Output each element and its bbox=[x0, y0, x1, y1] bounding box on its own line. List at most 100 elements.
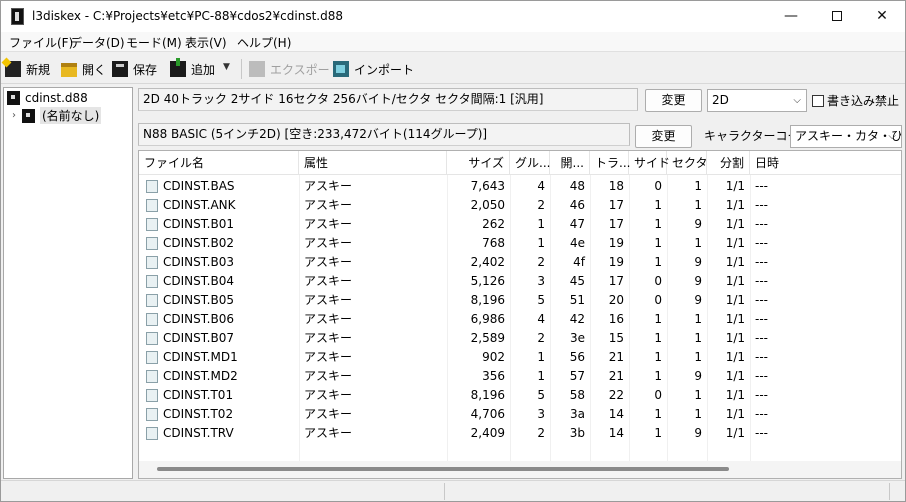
col-name-cell: CDINST.MD2 bbox=[163, 369, 238, 383]
disk-type-select[interactable]: 2D ⌵ bbox=[707, 89, 807, 112]
filesystem-change-button[interactable]: 変更 bbox=[635, 125, 692, 148]
file-icon bbox=[146, 275, 158, 288]
minimize-button[interactable]: — bbox=[768, 1, 814, 32]
col-sector-cell: 9 bbox=[694, 274, 702, 288]
expand-chevron-icon[interactable]: › bbox=[12, 110, 16, 121]
col-side-cell: 0 bbox=[654, 388, 662, 402]
file-row[interactable]: CDINST.TRV アスキー 2,409 2 3b 14 1 9 1/1 --- bbox=[139, 424, 901, 443]
checkbox-box[interactable] bbox=[812, 94, 824, 107]
horizontal-scrollbar[interactable] bbox=[139, 461, 901, 478]
col-track-header[interactable]: トラ... bbox=[590, 151, 630, 175]
col-side-cell: 0 bbox=[654, 293, 662, 307]
open-button[interactable]: 開く bbox=[61, 60, 106, 78]
file-row[interactable]: CDINST.ANK アスキー 2,050 2 46 17 1 1 1/1 --- bbox=[139, 196, 901, 215]
chevron-down-icon: ⌵ bbox=[793, 95, 801, 106]
tree-item-disk[interactable]: cdinst.d88 bbox=[7, 89, 88, 106]
col-track-cell: 14 bbox=[608, 407, 624, 421]
column-divider bbox=[667, 175, 668, 461]
col-side-header[interactable]: サイド bbox=[629, 151, 670, 175]
col-date-cell: --- bbox=[755, 350, 768, 364]
col-name-header[interactable]: ファイル名 bbox=[139, 151, 299, 175]
col-split-header[interactable]: 分割 bbox=[707, 151, 750, 175]
col-date-cell: --- bbox=[755, 217, 768, 231]
scrollbar-thumb[interactable] bbox=[157, 467, 729, 471]
col-track-cell: 18 bbox=[608, 179, 624, 193]
disk-change-button[interactable]: 変更 bbox=[645, 89, 702, 112]
file-icon bbox=[146, 427, 158, 440]
window-title: l3diskex - C:¥Projects¥etc¥PC-88¥cdos2¥c… bbox=[32, 9, 343, 23]
col-start-cell: 58 bbox=[569, 388, 585, 402]
col-groups-header[interactable]: グル... bbox=[510, 151, 550, 175]
col-groups-cell: 5 bbox=[537, 293, 545, 307]
col-attr-cell: アスキー bbox=[304, 198, 353, 212]
col-attr-cell: アスキー bbox=[304, 331, 353, 345]
save-button[interactable]: 保存 bbox=[112, 60, 157, 78]
import-button[interactable]: インポート bbox=[333, 60, 414, 78]
file-row[interactable]: CDINST.B07 アスキー 2,589 2 3e 15 1 1 1/1 --- bbox=[139, 329, 901, 348]
menu-mode[interactable]: モード(M) bbox=[126, 34, 182, 51]
file-list[interactable]: ファイル名 属性 サイズ グル... 開... トラ... サイド セクタ 分割 日時 CDINS… bbox=[138, 150, 902, 479]
col-name-cell: CDINST.MD1 bbox=[163, 350, 238, 364]
col-date-header[interactable]: 日時 bbox=[750, 151, 901, 175]
export-button[interactable]: エクスポート bbox=[249, 60, 342, 78]
charcode-select[interactable]: アスキー・カタ・ひら ⌵ bbox=[790, 125, 902, 148]
col-track-cell: 17 bbox=[608, 274, 624, 288]
add-button[interactable]: 追加 bbox=[170, 58, 215, 78]
status-separator bbox=[444, 483, 445, 500]
file-row[interactable]: CDINST.B05 アスキー 8,196 5 51 20 0 9 1/1 --- bbox=[139, 291, 901, 310]
col-start-header[interactable]: 開... bbox=[550, 151, 590, 175]
col-start-cell: 3b bbox=[569, 426, 585, 440]
disk-info-field: 2D 40トラック 2サイド 16セクタ 256バイト/セクタ セクタ間隔:1 … bbox=[138, 88, 638, 111]
file-icon bbox=[146, 351, 158, 364]
disk-tree[interactable]: cdinst.d88 › (名前なし) bbox=[3, 87, 133, 479]
menu-data[interactable]: データ(D) bbox=[70, 34, 125, 51]
col-side-cell: 1 bbox=[654, 369, 662, 383]
col-side-cell: 1 bbox=[654, 426, 662, 440]
col-size-cell: 902 bbox=[482, 350, 505, 364]
file-row[interactable]: CDINST.MD1 アスキー 902 1 56 21 1 1 1/1 --- bbox=[139, 348, 901, 367]
file-row[interactable]: CDINST.B03 アスキー 2,402 2 4f 19 1 9 1/1 --- bbox=[139, 253, 901, 272]
file-row[interactable]: CDINST.B06 アスキー 6,986 4 42 16 1 1 1/1 --- bbox=[139, 310, 901, 329]
maximize-button[interactable] bbox=[814, 1, 860, 32]
col-attr-header[interactable]: 属性 bbox=[299, 151, 447, 175]
col-size-cell: 2,402 bbox=[470, 255, 505, 269]
tree-item-side[interactable]: › (名前なし) bbox=[12, 107, 102, 124]
file-row[interactable]: CDINST.B04 アスキー 5,126 3 45 17 0 9 1/1 --- bbox=[139, 272, 901, 291]
file-row[interactable]: CDINST.B02 アスキー 768 1 4e 19 1 1 1/1 --- bbox=[139, 234, 901, 253]
application-window: l3diskex - C:¥Projects¥etc¥PC-88¥cdos2¥c… bbox=[0, 0, 906, 502]
title-bar[interactable]: l3diskex - C:¥Projects¥etc¥PC-88¥cdos2¥c… bbox=[1, 1, 905, 32]
col-sector-header[interactable]: セクタ bbox=[667, 151, 708, 175]
new-button[interactable]: 新規 bbox=[5, 60, 50, 78]
col-date-cell: --- bbox=[755, 274, 768, 288]
col-name-cell: CDINST.BAS bbox=[163, 179, 235, 193]
col-size-cell: 6,986 bbox=[470, 312, 505, 326]
column-divider bbox=[590, 175, 591, 461]
maximize-icon bbox=[832, 11, 842, 21]
file-row[interactable]: CDINST.MD2 アスキー 356 1 57 21 1 9 1/1 --- bbox=[139, 367, 901, 386]
menu-view[interactable]: 表示(V) bbox=[185, 34, 227, 51]
close-button[interactable]: ✕ bbox=[859, 1, 905, 32]
col-name-cell: CDINST.B07 bbox=[163, 331, 234, 345]
col-date-cell: --- bbox=[755, 312, 768, 326]
menu-help[interactable]: ヘルプ(H) bbox=[237, 34, 291, 51]
file-list-header: ファイル名 属性 サイズ グル... 開... トラ... サイド セクタ 分割 日時 bbox=[139, 151, 901, 175]
write-protect-checkbox[interactable]: 書き込み禁止 bbox=[812, 92, 899, 109]
add-dropdown-arrow-icon[interactable]: ▼ bbox=[223, 62, 230, 72]
file-row[interactable]: CDINST.B01 アスキー 262 1 47 17 1 9 1/1 --- bbox=[139, 215, 901, 234]
col-split-cell: 1/1 bbox=[725, 426, 745, 440]
file-row[interactable]: CDINST.T02 アスキー 4,706 3 3a 14 1 1 1/1 --- bbox=[139, 405, 901, 424]
col-size-header[interactable]: サイズ bbox=[447, 151, 510, 175]
col-split-cell: 1/1 bbox=[725, 179, 745, 193]
file-icon bbox=[146, 237, 158, 250]
col-sector-cell: 1 bbox=[694, 388, 702, 402]
file-row[interactable]: CDINST.BAS アスキー 7,643 4 48 18 0 1 1/1 --- bbox=[139, 177, 901, 196]
file-icon bbox=[146, 256, 158, 269]
filesystem-info-field: N88 BASIC (5インチ2D) [空き:233,472バイト(114グルー… bbox=[138, 123, 630, 146]
app-icon bbox=[11, 8, 24, 25]
col-start-cell: 46 bbox=[569, 198, 585, 212]
file-row[interactable]: CDINST.T01 アスキー 8,196 5 58 22 0 1 1/1 --- bbox=[139, 386, 901, 405]
menu-file[interactable]: ファイル(F) bbox=[9, 34, 73, 51]
col-split-cell: 1/1 bbox=[725, 217, 745, 231]
col-track-cell: 17 bbox=[608, 198, 624, 212]
col-name-cell: CDINST.T01 bbox=[163, 388, 234, 402]
